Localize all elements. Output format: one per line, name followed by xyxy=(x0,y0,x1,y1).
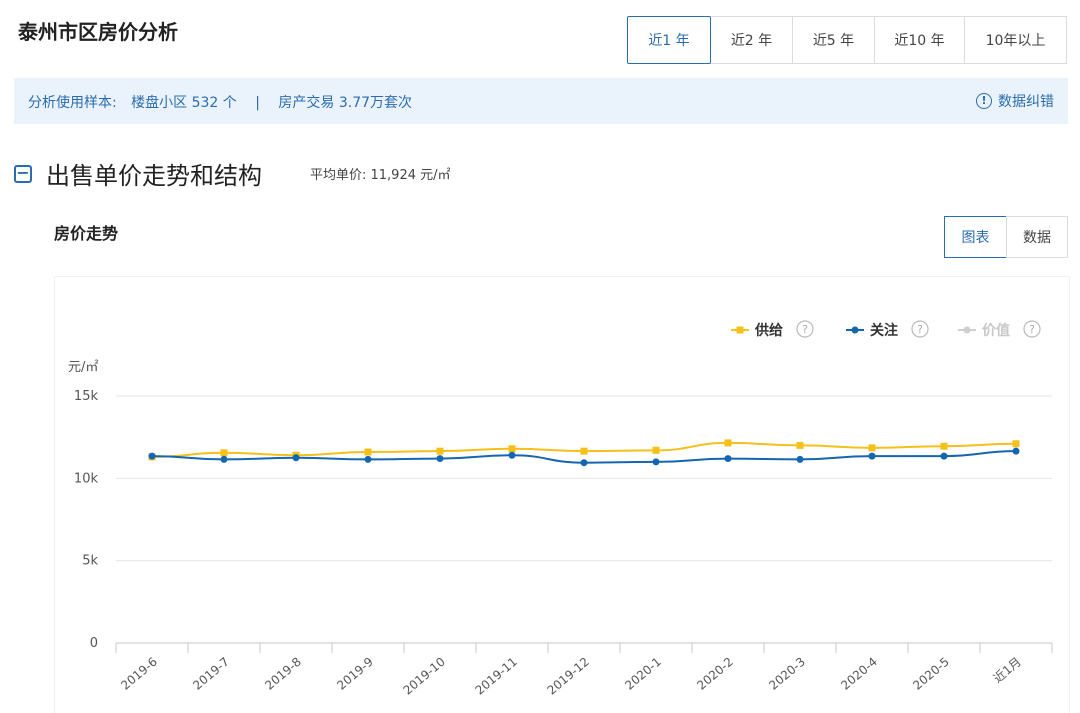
tab-5-years[interactable]: 近5 年 xyxy=(792,16,875,64)
tab-10-years[interactable]: 近10 年 xyxy=(874,16,965,64)
transaction-count: 房产交易 3.77万套次 xyxy=(278,95,413,111)
sample-label: 分析使用样本: xyxy=(28,95,117,111)
average-price: 平均单价: 11,924 元/㎡ xyxy=(310,168,451,183)
tab-2-years[interactable]: 近2 年 xyxy=(710,16,793,64)
page-title: 泰州市区房价分析 xyxy=(18,20,178,44)
tab-over-10-years[interactable]: 10年以上 xyxy=(964,16,1067,64)
collapse-icon[interactable]: − xyxy=(14,164,32,183)
chart-view-button[interactable]: 图表 xyxy=(944,216,1007,258)
chart-container xyxy=(54,276,1070,713)
section-header: − 出售单价走势和结构 平均单价: 11,924 元/㎡ xyxy=(14,156,451,191)
exclamation-icon: ! xyxy=(976,93,992,109)
price-trend-title: 房价走势 xyxy=(54,224,119,243)
tab-1-year[interactable]: 近1 年 xyxy=(627,16,711,64)
period-tabs: 近1 年 近2 年 近5 年 近10 年 10年以上 xyxy=(627,16,1067,64)
data-view-button[interactable]: 数据 xyxy=(1006,216,1068,258)
sample-info: 分析使用样本: 楼盘小区 532 个 | 房产交易 3.77万套次 xyxy=(28,92,412,112)
data-correction-link[interactable]: ! 数据纠错 xyxy=(976,91,1054,111)
view-toggle: 图表 数据 xyxy=(944,216,1068,258)
sample-info-bar: 分析使用样本: 楼盘小区 532 个 | 房产交易 3.77万套次 ! 数据纠错 xyxy=(14,78,1068,124)
section-title: 出售单价走势和结构 xyxy=(46,162,262,190)
info-separator: | xyxy=(255,95,260,111)
community-count: 楼盘小区 532 个 xyxy=(131,95,237,111)
data-correction-label: 数据纠错 xyxy=(998,94,1054,110)
